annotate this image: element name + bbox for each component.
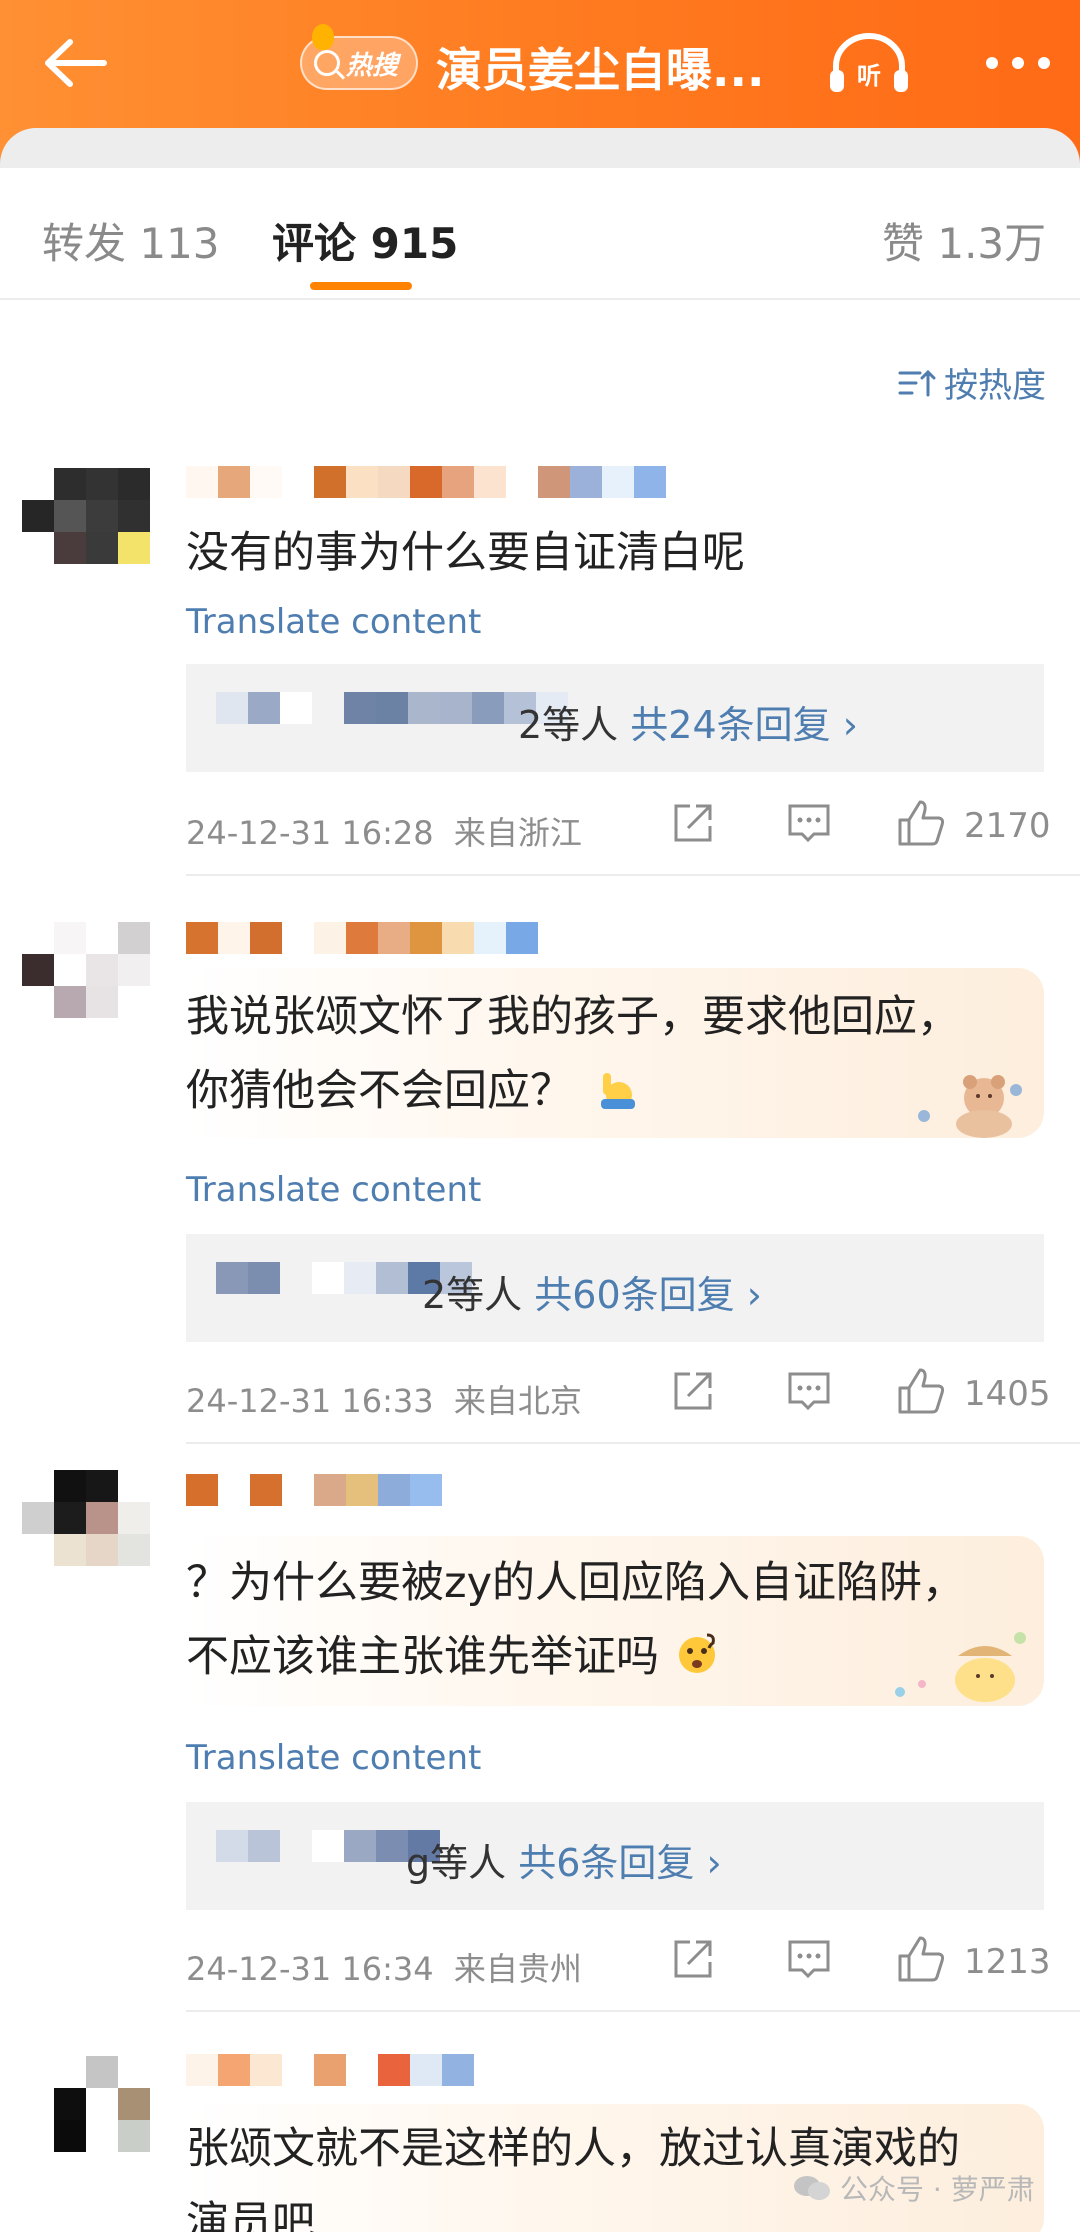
reply-names: 2等人	[422, 1273, 523, 1317]
comment-icon[interactable]	[786, 800, 832, 846]
wechat-icon	[794, 2176, 830, 2200]
reply-names: 2等人	[518, 703, 619, 747]
comment-location: 来自北京	[453, 1382, 582, 1420]
tab-likes[interactable]: 赞 1.3万	[882, 210, 1046, 271]
thinking-emoji-icon	[678, 1633, 715, 1673]
comment-text-line1: 我说张颂文怀了我的孩子，要求他回应，	[186, 992, 960, 1042]
tab-comments[interactable]: 评论 915	[272, 210, 458, 271]
bear-sticker-icon	[918, 1075, 1022, 1138]
hot-search-label: 热搜	[346, 50, 399, 81]
comment-text-line2: 不应该谁主张谁先举证吗	[186, 1620, 719, 1694]
translate-link[interactable]: Translate content	[186, 602, 481, 642]
like-count: 1405	[964, 1374, 1051, 1414]
duck-sticker-icon	[895, 1632, 1026, 1702]
reply-preview[interactable]: 2等人 共60条回复 ›	[186, 1234, 1044, 1342]
username-blurred[interactable]	[186, 922, 538, 954]
comment-icon[interactable]	[786, 1936, 832, 1982]
page-title: 演员姜尘自曝...	[436, 43, 765, 97]
username-blurred[interactable]	[186, 1474, 442, 1506]
like-icon[interactable]	[896, 798, 946, 848]
headphones-icon: 听	[830, 33, 908, 92]
watermark-label: 公众号 · 萝严肃	[840, 2173, 1035, 2206]
share-icon[interactable]	[670, 1936, 716, 1982]
share-icon[interactable]	[670, 800, 716, 846]
weibo-comments-page: 热搜 演员姜尘自曝... 听 转发 113 评论 915 赞 1.3万 按热度	[0, 0, 1080, 2232]
hot-search-badge[interactable]: 热搜	[300, 24, 418, 90]
sort-label: 按热度	[944, 366, 1046, 406]
chevron-right-icon: ›	[842, 703, 858, 747]
comment-icon[interactable]	[786, 1368, 832, 1414]
avatar[interactable]	[22, 468, 152, 568]
comment-text-line2: 你猜他会不会回应？	[186, 1054, 637, 1128]
listen-button[interactable]: 听	[826, 32, 912, 94]
like-count: 2170	[964, 806, 1051, 846]
divider	[186, 1442, 1080, 1444]
like-count: 1213	[964, 1942, 1051, 1982]
avatar[interactable]	[22, 1470, 152, 1570]
watermark: 公众号 · 萝严肃	[792, 2168, 1035, 2208]
reply-preview[interactable]: 2等人 共24条回复 ›	[186, 664, 1044, 772]
sort-by-hot-button[interactable]: 按热度	[898, 358, 1046, 407]
sort-icon	[898, 369, 936, 396]
divider	[186, 874, 1080, 876]
like-icon[interactable]	[896, 1934, 946, 1984]
share-icon[interactable]	[670, 1368, 716, 1414]
comment-location: 来自浙江	[453, 814, 582, 852]
reply-preview[interactable]: g等人 共6条回复 ›	[186, 1802, 1044, 1910]
comment-text: 没有的事为什么要自证清白呢	[186, 528, 745, 578]
comment-location: 来自贵州	[453, 1950, 582, 1988]
username-blurred[interactable]	[186, 2054, 474, 2086]
comment-time: 24-12-31 16:34	[186, 1950, 434, 1988]
like-icon[interactable]	[896, 1366, 946, 1416]
divider	[186, 2010, 1080, 2012]
tab-repost[interactable]: 转发 113	[42, 210, 220, 271]
more-dots-icon[interactable]	[968, 40, 1068, 86]
comment-text-line1: ？为什么要被zy的人回应陷入自证陷阱，	[186, 1558, 966, 1608]
tab-bar: 转发 113 评论 915 赞 1.3万	[0, 168, 1080, 300]
reply-count[interactable]: 共24条回复	[630, 703, 830, 747]
username-blurred[interactable]	[186, 466, 666, 498]
active-tab-indicator	[310, 282, 412, 290]
reply-count[interactable]: 共6条回复	[518, 1841, 694, 1885]
chevron-right-icon: ›	[706, 1841, 722, 1885]
chevron-right-icon: ›	[746, 1273, 762, 1317]
comment-text-line2: 演员吧	[186, 2198, 315, 2232]
back-arrow-icon	[45, 39, 107, 87]
search-icon	[314, 50, 340, 76]
raising-hand-emoji-icon	[600, 1073, 635, 1109]
listen-label: 听	[857, 62, 881, 90]
avatar[interactable]	[22, 2056, 152, 2156]
reply-names: g等人	[406, 1841, 507, 1885]
translate-link[interactable]: Translate content	[186, 1170, 481, 1210]
comment-time: 24-12-31 16:28	[186, 814, 434, 852]
reply-count[interactable]: 共60条回复	[534, 1273, 734, 1317]
translate-link[interactable]: Translate content	[186, 1738, 481, 1778]
avatar[interactable]	[22, 922, 152, 1022]
comment-time: 24-12-31 16:33	[186, 1382, 434, 1420]
flame-icon	[312, 24, 334, 50]
back-button[interactable]	[30, 28, 120, 98]
